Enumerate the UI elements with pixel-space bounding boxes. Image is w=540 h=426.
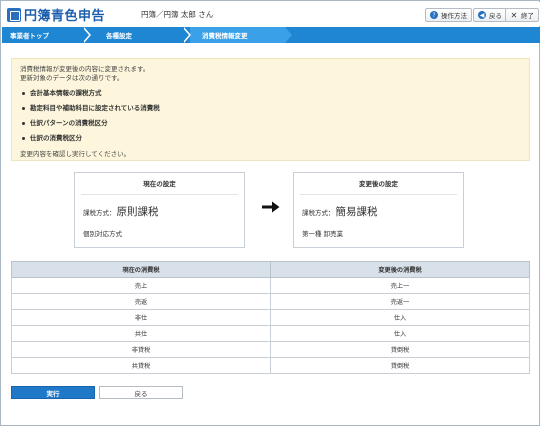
table-cell: 売返 — [11, 293, 271, 310]
current-method: 課税方式： 原則課税 — [83, 204, 244, 219]
table-cell: 非仕 — [11, 309, 271, 326]
header-back-label: 戻る — [489, 12, 502, 20]
breadcrumb: 事業者トップ 各種設定 消費税情報変更 — [2, 27, 540, 43]
notice-item: 勘定科目や補助科目に設定されている消費税 — [20, 101, 521, 116]
back-button[interactable]: 戻る — [99, 386, 183, 399]
update-notice: 消費税情報が変更後の内容に変更されます。 更新対象のデータは次の通りです。 会計… — [11, 58, 530, 161]
tax-mapping-table: 現在の消費税 変更後の消費税 売上 売上一 売返 売返一 非仕 仕入 共仕 仕入 — [11, 261, 530, 374]
table-cell: 仕入 — [270, 309, 530, 326]
current-method-prefix: 課税方式： — [83, 209, 116, 217]
breadcrumb-item-current: 消費税情報変更 — [202, 32, 248, 40]
column-header-current: 現在の消費税 — [11, 261, 271, 278]
app-logo: 円簿青色申告 — [7, 6, 106, 24]
arrow-left-icon: ◀ — [478, 11, 486, 19]
close-icon: ✕ — [510, 10, 518, 20]
arrow-right-icon — [262, 201, 280, 213]
new-method-detail: 第一種 卸売業 — [302, 230, 344, 238]
notice-line-1: 消費税情報が変更後の内容に変更されます。 — [20, 65, 150, 73]
close-button-label: 終了 — [521, 12, 534, 20]
table-row: 共貸税 貸倒税 — [11, 357, 530, 374]
notice-item: 仕訳パターンの消費税区分 — [20, 116, 521, 131]
table-cell: 売上一 — [270, 277, 530, 294]
app-title: 円簿青色申告 — [24, 9, 106, 24]
notice-footer: 変更内容を確認し実行してください。 — [20, 150, 131, 158]
question-icon: ? — [430, 11, 438, 19]
header-back-button[interactable]: ◀ 戻る — [473, 8, 507, 22]
new-settings-card: 変更後の設定 課税方式： 簡易課税 第一種 卸売業 — [293, 172, 464, 248]
new-method-value: 簡易課税 — [335, 206, 378, 218]
notice-item: 仕訳の消費税区分 — [20, 131, 521, 146]
new-method: 課税方式： 簡易課税 — [302, 204, 463, 219]
table-cell: 共仕 — [11, 325, 271, 342]
breadcrumb-item-settings[interactable]: 各種設定 — [106, 27, 132, 43]
execute-button[interactable]: 実行 — [11, 386, 95, 399]
close-button[interactable]: ✕ 終了 — [505, 8, 539, 22]
app-header: 円簿青色申告 円簿／円簿 太郎 さん ? 操作方法 ◀ 戻る ✕ 終了 — [2, 2, 540, 26]
current-settings-title: 現在の設定 — [81, 173, 238, 195]
new-method-prefix: 課税方式： — [302, 209, 335, 217]
current-settings-card: 現在の設定 課税方式： 原則課税 個別対応方式 — [74, 172, 245, 248]
breadcrumb-separator-fill — [182, 27, 189, 43]
table-row: 非貸税 貸倒税 — [11, 341, 530, 358]
user-name: 円簿／円簿 太郎 さん — [141, 10, 214, 19]
table-cell: 共貸税 — [11, 357, 271, 374]
notice-item: 会計基本情報の課税方式 — [20, 86, 521, 101]
table-cell: 売上 — [11, 277, 271, 294]
table-row: 非仕 仕入 — [11, 309, 530, 326]
table-row: 売上 売上一 — [11, 277, 530, 294]
notice-list: 会計基本情報の課税方式 勘定科目や補助科目に設定されている消費税 仕訳パターンの… — [20, 86, 521, 146]
table-cell: 仕入 — [270, 325, 530, 342]
current-method-value: 原則課税 — [116, 206, 159, 218]
current-method-detail: 個別対応方式 — [83, 230, 122, 238]
app-window: 円簿青色申告 円簿／円簿 太郎 さん ? 操作方法 ◀ 戻る ✕ 終了 事業者ト… — [0, 0, 540, 426]
new-settings-title: 変更後の設定 — [300, 173, 457, 195]
app-logo-icon — [7, 7, 21, 22]
table-row: 売返 売返一 — [11, 293, 530, 310]
table-cell: 売返一 — [270, 293, 530, 310]
column-header-new: 変更後の消費税 — [270, 261, 530, 278]
breadcrumb-item-top[interactable]: 事業者トップ — [10, 27, 49, 43]
help-button-label: 操作方法 — [441, 12, 467, 20]
table-cell: 貸倒税 — [270, 341, 530, 358]
table-header-row: 現在の消費税 変更後の消費税 — [11, 261, 530, 278]
help-button[interactable]: ? 操作方法 — [425, 8, 472, 22]
breadcrumb-end-arrow — [285, 27, 292, 43]
breadcrumb-separator-fill — [82, 27, 89, 43]
table-row: 共仕 仕入 — [11, 325, 530, 342]
table-cell: 非貸税 — [11, 341, 271, 358]
notice-line-2: 更新対象のデータは次の通りです。 — [20, 74, 124, 82]
table-cell: 貸倒税 — [270, 357, 530, 374]
